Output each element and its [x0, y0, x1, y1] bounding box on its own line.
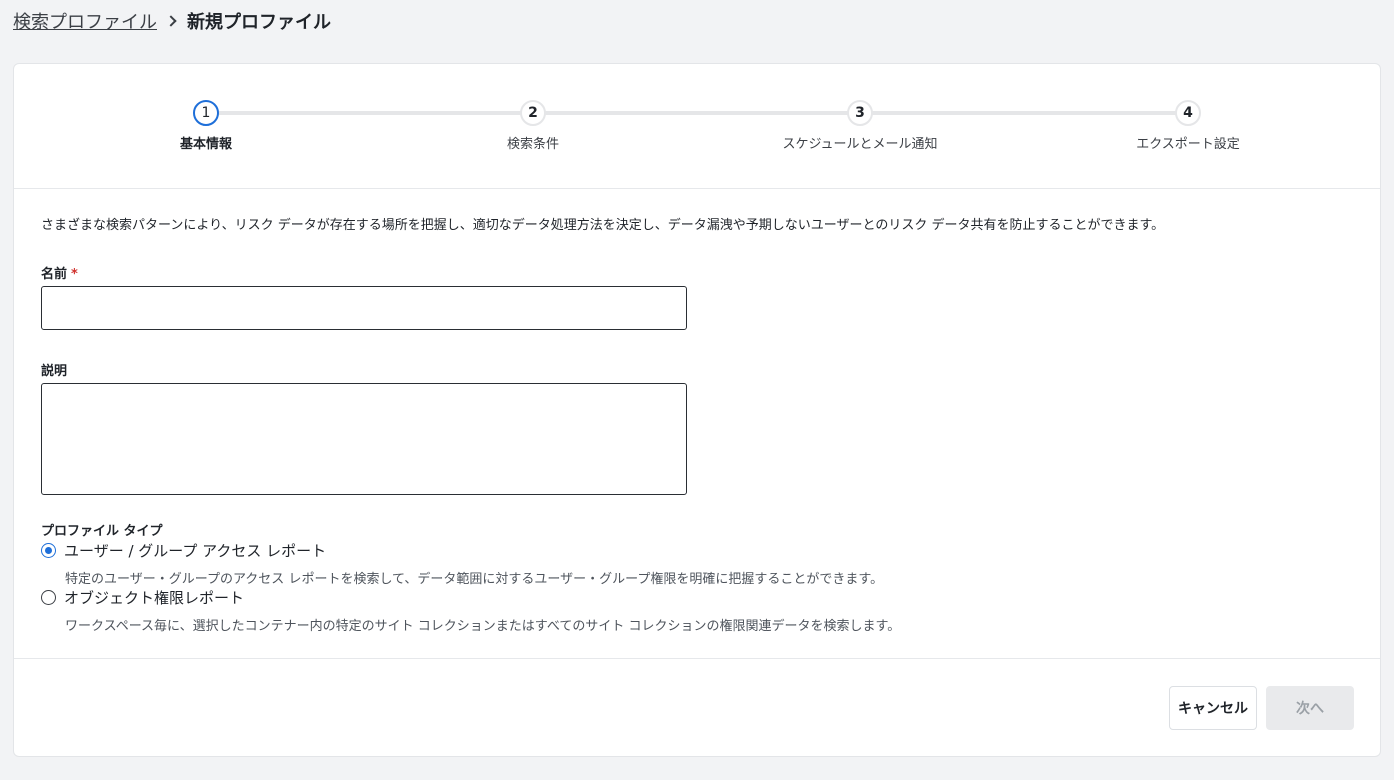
step-number: 3: [847, 100, 873, 126]
required-asterisk: *: [71, 267, 78, 282]
page-title: 新規プロファイル: [187, 12, 331, 33]
step-label: エクスポート設定: [1136, 137, 1240, 152]
radio-selected-icon[interactable]: [41, 543, 56, 558]
radio-user-group-access-report[interactable]: ユーザー / グループ アクセス レポート: [41, 540, 326, 561]
description-label: 説明: [41, 364, 68, 379]
radio-label: オブジェクト権限レポート: [64, 589, 245, 607]
step-schedule-email: 3 スケジュールとメール通知: [760, 100, 960, 152]
next-button[interactable]: 次へ: [1266, 686, 1354, 730]
radio-object-permission-report[interactable]: オブジェクト権限レポート: [41, 587, 244, 608]
name-input[interactable]: [41, 286, 687, 330]
stepper-track: [206, 111, 1188, 115]
name-label-text: 名前: [41, 267, 68, 282]
step-number: 2: [520, 100, 546, 126]
step-label: 検索条件: [506, 137, 559, 152]
radio-help-text: ワークスペース毎に、選択したコンテナー内の特定のサイト コレクションまたはすべて…: [65, 619, 901, 634]
form-description: さまざまな検索パターンにより、リスク データが存在する場所を把握し、適切なデータ…: [41, 218, 1165, 233]
radio-unselected-icon[interactable]: [41, 590, 56, 605]
step-label: 基本情報: [179, 137, 232, 152]
step-export-settings: 4 エクスポート設定: [1088, 100, 1288, 152]
stepper: 1 基本情報 2 検索条件 3 スケジュールとメール通知 4 エクスポート設定: [14, 64, 1380, 189]
step-search-criteria: 2 検索条件: [433, 100, 633, 152]
radio-label: ユーザー / グループ アクセス レポート: [64, 542, 327, 560]
profile-type-label: プロファイル タイプ: [41, 524, 163, 539]
radio-help-text: 特定のユーザー・グループのアクセス レポートを検索して、データ範囲に対するユーザ…: [65, 572, 884, 587]
wizard-card: 1 基本情報 2 検索条件 3 スケジュールとメール通知 4 エクスポート設定 …: [13, 63, 1381, 757]
cancel-button[interactable]: キャンセル: [1169, 686, 1257, 730]
step-label: スケジュールとメール通知: [782, 137, 938, 152]
name-label: 名前 *: [41, 263, 78, 282]
step-basic-info: 1 基本情報: [106, 100, 306, 152]
wizard-footer: キャンセル 次へ: [14, 658, 1380, 758]
basic-info-form: さまざまな検索パターンにより、リスク データが存在する場所を把握し、適切なデータ…: [41, 214, 1361, 634]
step-number: 4: [1175, 100, 1201, 126]
chevron-right-icon: [165, 15, 177, 27]
breadcrumb: 検索プロファイル 新規プロファイル: [13, 9, 331, 33]
step-number: 1: [193, 100, 219, 126]
description-textarea[interactable]: [41, 383, 687, 495]
breadcrumb-link-search-profiles[interactable]: 検索プロファイル: [13, 8, 157, 34]
